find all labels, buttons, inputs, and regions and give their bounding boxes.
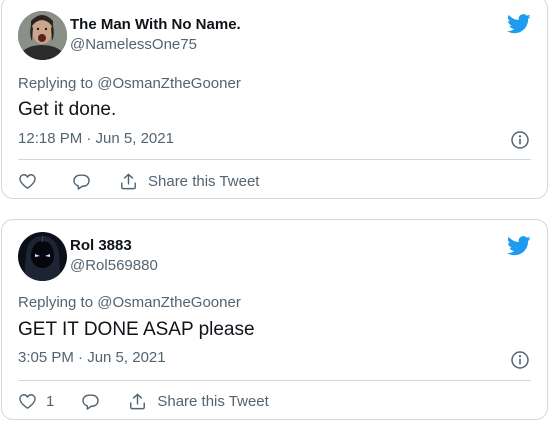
share-button[interactable]: Share this Tweet bbox=[119, 172, 259, 191]
replying-to: Replying to @OsmanZtheGooner bbox=[18, 75, 241, 92]
reply-button[interactable] bbox=[81, 392, 100, 411]
hooded-figure-avatar-image bbox=[18, 232, 67, 281]
display-name[interactable]: The Man With No Name. bbox=[70, 16, 241, 34]
timestamp[interactable]: 12:18 PM · Jun 5, 2021 bbox=[18, 130, 174, 147]
like-button[interactable]: 1 bbox=[18, 392, 54, 411]
reply-bubble-icon bbox=[82, 393, 100, 410]
reply-bubble-icon bbox=[73, 173, 90, 190]
share-icon bbox=[121, 173, 136, 189]
user-handle[interactable]: @NamelessOne75 bbox=[70, 35, 241, 55]
like-count: 1 bbox=[46, 392, 55, 410]
avatar[interactable] bbox=[18, 232, 67, 281]
share-button[interactable]: Share this Tweet bbox=[128, 392, 269, 411]
author-info[interactable]: Rol 3883 @Rol569880 bbox=[70, 237, 158, 276]
info-icon[interactable] bbox=[511, 131, 529, 149]
divider bbox=[18, 380, 531, 381]
share-icon bbox=[130, 393, 146, 409]
like-button[interactable] bbox=[18, 172, 37, 191]
share-label[interactable]: Share this Tweet bbox=[157, 393, 268, 410]
twitter-bird-icon[interactable] bbox=[507, 14, 531, 34]
info-icon[interactable] bbox=[511, 351, 529, 369]
tweet-actions: Share this Tweet bbox=[18, 169, 531, 193]
tweet-text: GET IT DONE ASAP please bbox=[18, 319, 255, 340]
tweet-card[interactable]: The Man With No Name. @NamelessOne75 Rep… bbox=[1, 0, 548, 199]
avatar[interactable] bbox=[18, 11, 67, 60]
tweet-text: Get it done. bbox=[18, 99, 117, 120]
replying-to: Replying to @OsmanZtheGooner bbox=[18, 294, 241, 311]
heart-icon bbox=[19, 173, 36, 189]
twitter-bird-icon[interactable] bbox=[507, 236, 531, 256]
timestamp[interactable]: 3:05 PM · Jun 5, 2021 bbox=[18, 349, 166, 366]
reply-button[interactable] bbox=[72, 172, 91, 191]
heart-icon bbox=[19, 393, 36, 409]
user-handle[interactable]: @Rol569880 bbox=[70, 256, 158, 276]
divider bbox=[18, 159, 531, 160]
man-avatar-image bbox=[18, 11, 67, 60]
tweet-card[interactable]: Rol 3883 @Rol569880 Replying to @OsmanZt… bbox=[1, 219, 548, 420]
display-name[interactable]: Rol 3883 bbox=[70, 237, 158, 255]
tweet-actions: 1 Share this Tweet bbox=[18, 389, 531, 413]
share-label[interactable]: Share this Tweet bbox=[148, 173, 259, 190]
author-info[interactable]: The Man With No Name. @NamelessOne75 bbox=[70, 16, 241, 55]
